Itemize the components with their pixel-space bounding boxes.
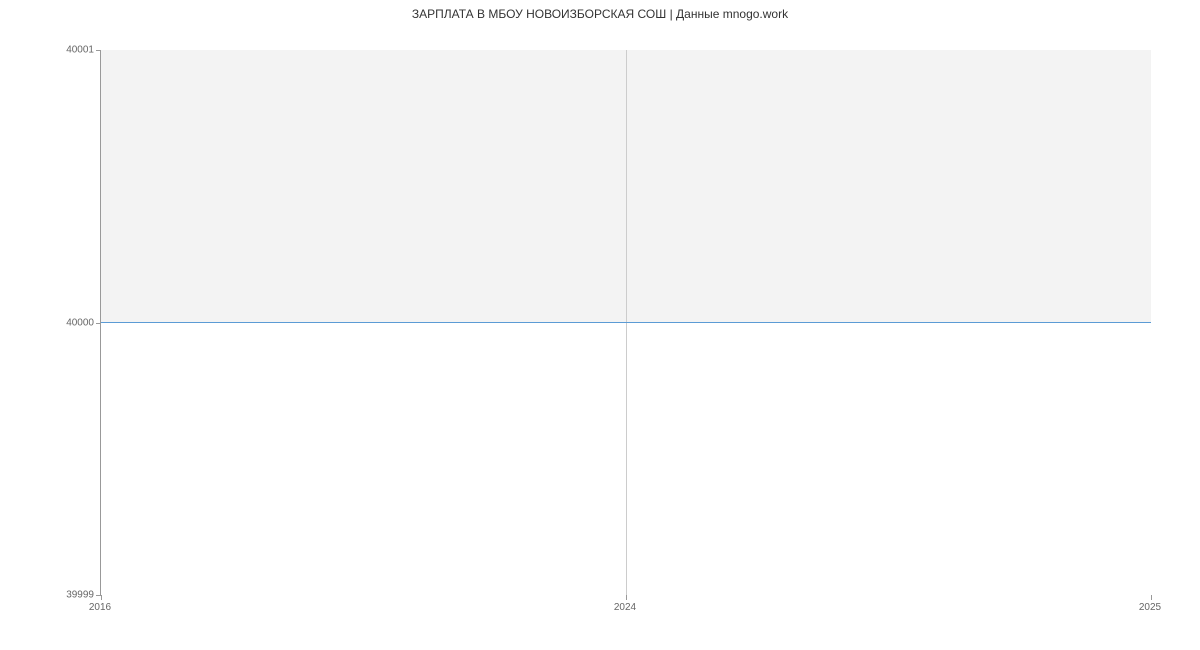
y-tick-label-1: 40000 [66,317,94,328]
x-tick-mark-0 [101,595,102,600]
y-tick-label-2: 40001 [66,45,94,56]
x-tick-mark-2 [1151,595,1152,600]
chart-container: 39999 40000 40001 2016 2024 2025 [100,50,1150,595]
y-tick-mark-1 [96,323,101,324]
x-tick-label-0: 2016 [89,602,111,613]
y-tick-mark-2 [96,50,101,51]
y-tick-label-0: 39999 [66,590,94,601]
x-tick-mark-1 [626,595,627,600]
x-tick-label-1: 2024 [614,602,636,613]
chart-title: ЗАРПЛАТА В МБОУ НОВОИЗБОРСКАЯ СОШ | Данн… [0,0,1200,21]
data-line [101,322,1151,323]
plot-area [100,50,1150,595]
x-tick-label-2: 2025 [1139,602,1161,613]
